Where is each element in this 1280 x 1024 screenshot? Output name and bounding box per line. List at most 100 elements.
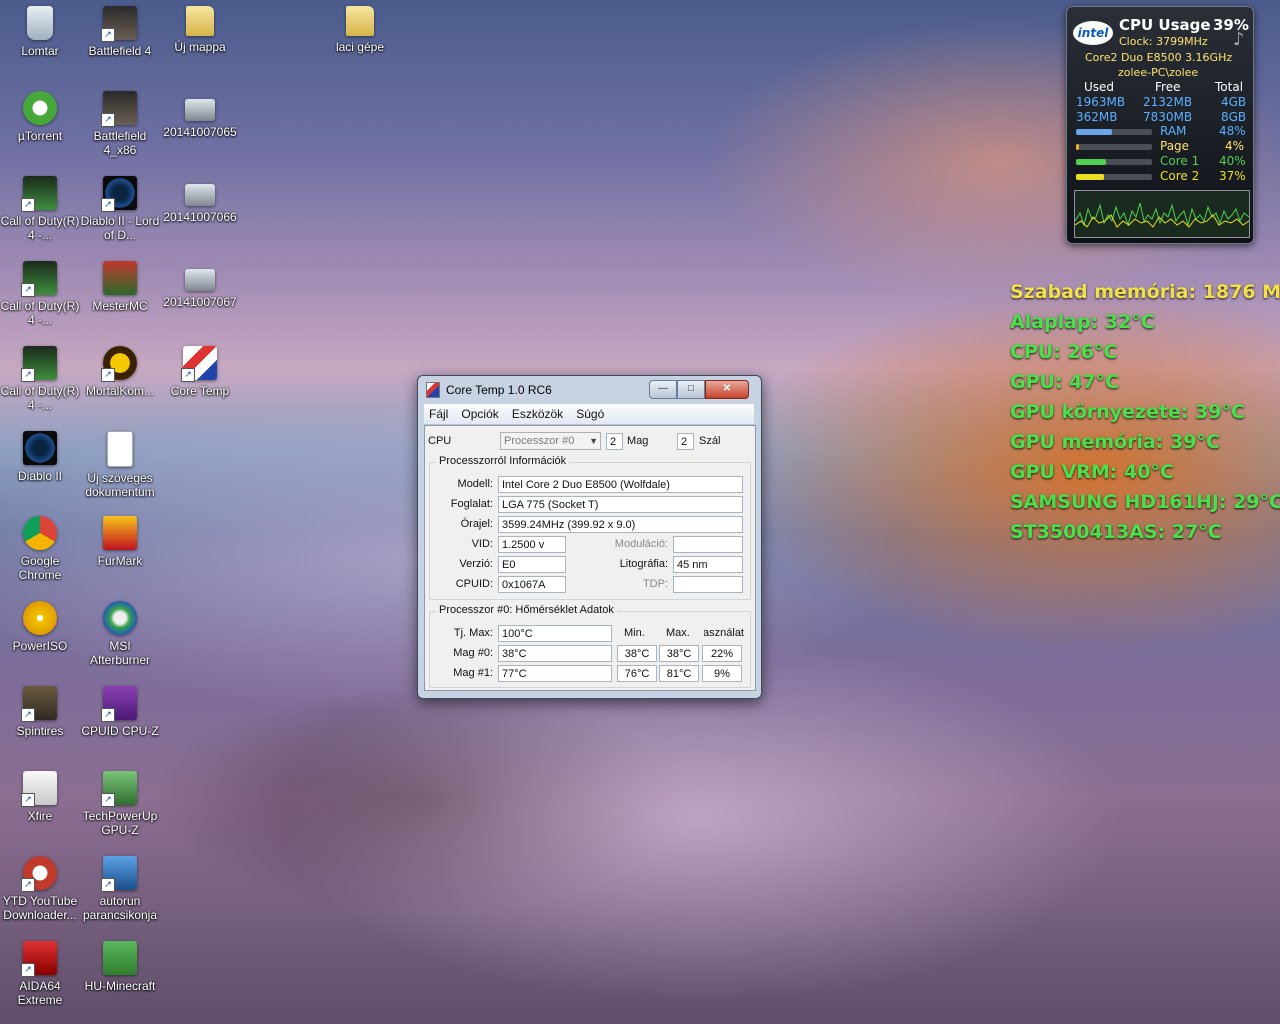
- core-count: 2: [606, 433, 623, 450]
- icon-label: Xfire: [27, 809, 53, 823]
- desktop-icon-photo-067[interactable]: 20141007067: [160, 261, 240, 309]
- icon-label: PowerISO: [12, 639, 68, 653]
- desktop-icon-chrome[interactable]: Google Chrome: [0, 516, 80, 582]
- gadget-title: CPU Usage: [1119, 16, 1211, 34]
- intel-logo: intel: [1073, 21, 1113, 45]
- revision-label: Verzió:: [459, 558, 493, 570]
- cpuz-icon: ↗: [101, 686, 137, 722]
- photo-icon: [185, 269, 215, 291]
- core1-meter-fill: [1076, 159, 1106, 165]
- desktop-icon-diablo-2[interactable]: Diablo II: [0, 431, 80, 483]
- core-temp-app-icon: [426, 382, 440, 398]
- icon-label: Új szöveges dokumentum: [85, 471, 155, 499]
- core2-value: 37%: [1219, 169, 1246, 183]
- menu-options[interactable]: Opciók: [456, 404, 503, 421]
- desktop-icon-gpuz[interactable]: ↗ TechPowerUp GPU-Z: [80, 771, 160, 837]
- note-icon: ♪: [1233, 29, 1245, 50]
- desktop-icon-cod4-a[interactable]: ↗ Call of Duty(R) 4 -...: [0, 176, 80, 242]
- desktop-icon-autorun[interactable]: ↗ autorun parancsikonja: [80, 856, 160, 922]
- icon-label: Call of Duty(R) 4 -...: [0, 299, 80, 327]
- desktop-icon-hu-minecraft[interactable]: HU-Minecraft: [80, 941, 160, 993]
- icon-label: Diablo II: [17, 469, 63, 483]
- socket-label: Foglalat:: [450, 498, 493, 510]
- desktop-icon-ytd[interactable]: ↗ YTD YouTube Downloader...: [0, 856, 80, 922]
- cpu-usage-gadget[interactable]: intel CPU Usage 39% Clock: 3799MHz ♪ Cor…: [1066, 6, 1254, 244]
- icon-label: Battlefield 4_x86: [93, 129, 147, 157]
- sensor-free-memory: Szabad memória: 1876 MB: [1010, 281, 1280, 303]
- desktop-icon-new-folder[interactable]: Új mappa: [160, 6, 240, 54]
- title-bar[interactable]: Core Temp 1.0 RC6 — □ ✕: [426, 379, 755, 399]
- poweriso-icon: [23, 601, 57, 635]
- aida64-icon: ↗: [21, 941, 57, 977]
- furmark-icon: [103, 516, 137, 550]
- icon-label: MSI Afterburner: [89, 639, 151, 667]
- desktop-icon-poweriso[interactable]: PowerISO: [0, 601, 80, 653]
- desktop-icon-mestermc[interactable]: MesterMC: [80, 261, 160, 313]
- clock-label: Órajel:: [460, 518, 493, 530]
- desktop-icon-photo-066[interactable]: 20141007066: [160, 176, 240, 224]
- desktop-icon-utorrent[interactable]: µTorrent: [0, 91, 80, 143]
- sensor-hdd-seagate: ST3500413AS: 27°C: [1010, 521, 1222, 543]
- desktop-icon-diablo-lod[interactable]: ↗ Diablo II - Lord of D...: [80, 176, 160, 242]
- desktop-icon-laci-gepe[interactable]: laci gépe: [320, 6, 400, 54]
- utorrent-icon: [23, 91, 57, 125]
- sensor-cpu: CPU: 26°C: [1010, 341, 1118, 363]
- icon-label: Diablo II - Lord of D...: [80, 214, 160, 242]
- diablo-icon: ↗: [101, 176, 137, 212]
- minimize-button[interactable]: —: [649, 380, 677, 399]
- shortcut-arrow-icon: ↗: [101, 708, 115, 722]
- menu-help[interactable]: Súgó: [571, 404, 609, 421]
- xfire-icon: ↗: [21, 771, 57, 807]
- desktop-icon-battlefield-4-x86[interactable]: ↗ Battlefield 4_x86: [80, 91, 160, 157]
- icon-label: Google Chrome: [18, 554, 62, 582]
- cod-icon: ↗: [21, 176, 57, 212]
- processor-select[interactable]: Processzor #0 ▼: [500, 432, 601, 450]
- gadget-cpu-name: Core2 Duo E8500 3.16GHz: [1085, 51, 1233, 64]
- desktop-icon-xfire[interactable]: ↗ Xfire: [0, 771, 80, 823]
- desktop-icon-recycle-bin[interactable]: Lomtar: [0, 6, 80, 58]
- menu-file[interactable]: Fájl: [424, 404, 453, 421]
- desktop-icon-core-temp[interactable]: ↗ Core Temp: [160, 346, 240, 398]
- recycle-bin-icon: [27, 6, 53, 40]
- desktop-icon-photo-065[interactable]: 20141007065: [160, 91, 240, 139]
- maximize-button[interactable]: □: [677, 380, 705, 399]
- desktop-icon-new-text-document[interactable]: Új szöveges dokumentum: [80, 431, 160, 499]
- core-temp-icon: ↗: [181, 346, 217, 382]
- icon-label: AIDA64 Extreme: [17, 979, 63, 1007]
- load-column-header: Használat: [704, 627, 744, 639]
- battlefield-icon: ↗: [101, 6, 137, 42]
- shortcut-arrow-icon: ↗: [101, 368, 115, 382]
- desktop-icon-cpuz[interactable]: ↗ CPUID CPU-Z: [80, 686, 160, 738]
- clock-field: 3599.24MHz (399.92 x 9.0): [498, 516, 743, 533]
- desktop-icon-battlefield-4[interactable]: ↗ Battlefield 4: [80, 6, 160, 58]
- ram-value: 48%: [1219, 124, 1246, 138]
- desktop-icon-cod4-c[interactable]: ↗ Call of Duty(R) 4 -...: [0, 346, 80, 412]
- core-temp-window[interactable]: Core Temp 1.0 RC6 — □ ✕ Fájl Opciók Eszk…: [417, 375, 762, 699]
- icon-label: CPUID CPU-Z: [81, 724, 159, 738]
- gadget-ram-free: 2132MB: [1143, 95, 1193, 109]
- desktop-icon-furmark[interactable]: FurMark: [80, 516, 160, 568]
- menu-tools[interactable]: Eszközök: [507, 404, 568, 421]
- page-label: Page: [1160, 139, 1190, 153]
- desktop-icon-msi-afterburner[interactable]: MSI Afterburner: [80, 601, 160, 667]
- cpu-label: CPU: [428, 435, 452, 447]
- sensor-gpu-ambient: GPU környezete: 39°C: [1010, 401, 1245, 423]
- desktop-icon-aida64[interactable]: ↗ AIDA64 Extreme: [0, 941, 80, 1007]
- modulation-field: [673, 536, 743, 553]
- menu-bar: Fájl Opciók Eszközök Súgó: [424, 404, 754, 425]
- desktop-icon-mortal-kombat[interactable]: ↗ MortalKom...: [80, 346, 160, 398]
- desktop-icon-spintires[interactable]: ↗ Spintires: [0, 686, 80, 738]
- cod-icon: ↗: [21, 261, 57, 297]
- shortcut-arrow-icon: ↗: [181, 368, 195, 382]
- autorun-icon: ↗: [101, 856, 137, 892]
- close-button[interactable]: ✕: [705, 380, 749, 399]
- icon-label: YTD YouTube Downloader...: [2, 894, 78, 922]
- sensor-gpu: GPU: 47°C: [1010, 371, 1120, 393]
- photo-icon: [185, 99, 215, 121]
- creeper-icon: [103, 941, 137, 975]
- desktop-icon-cod4-b[interactable]: ↗ Call of Duty(R) 4 -...: [0, 261, 80, 327]
- battlefield-icon: ↗: [101, 91, 137, 127]
- page-meter-fill: [1076, 144, 1079, 150]
- icon-label: MortalKom...: [85, 384, 154, 398]
- tjmax-field: 100°C: [498, 625, 612, 642]
